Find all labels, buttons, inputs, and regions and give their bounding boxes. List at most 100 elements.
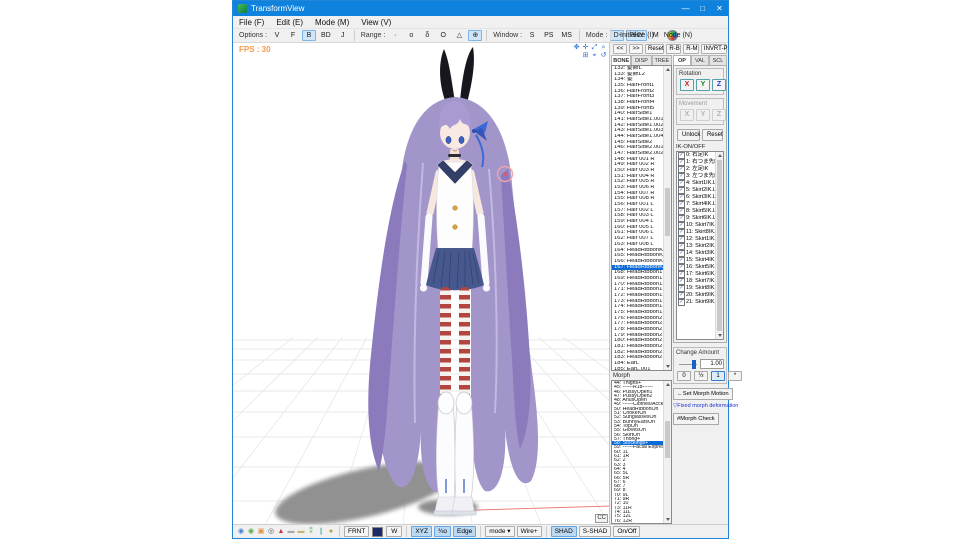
green-dots-icon[interactable]: ⁑ (306, 527, 316, 537)
scroll-down-icon[interactable] (717, 334, 722, 337)
scroll-up-icon[interactable] (665, 383, 670, 386)
checkbox-checked-icon[interactable]: ✓ (678, 208, 685, 215)
wire-button[interactable]: Wire+ (516, 526, 542, 537)
checkbox-checked-icon[interactable]: ✓ (678, 166, 685, 173)
rotation-axis-button[interactable]: Y (696, 79, 710, 91)
bone-panel-tab[interactable]: TREE (651, 55, 672, 65)
amount-preset-button[interactable]: * (728, 371, 742, 381)
zoom-view-icon[interactable]: ⤢ (590, 44, 599, 52)
window-toggle[interactable]: S (525, 30, 539, 41)
reset-toolbar-button[interactable]: Reset (645, 44, 665, 54)
ik-list-item[interactable]: ✓ 19: Skirt8IK.R (677, 285, 720, 292)
options-toggle[interactable]: F (286, 30, 300, 41)
menu-item[interactable]: File (F) (233, 18, 270, 27)
morph-list[interactable]: 44: Thighs+ 45: ------R18------ 46: PussyO… (611, 380, 672, 524)
ik-list-item[interactable]: ✓ 12: Skirt1IK.R (677, 236, 720, 243)
checkbox-checked-icon[interactable]: ✓ (678, 243, 685, 250)
scroll-down-icon[interactable] (665, 518, 670, 521)
shading-toggle-button[interactable]: On/Off (613, 526, 641, 537)
checkbox-checked-icon[interactable]: ✓ (678, 152, 685, 159)
title-bar[interactable]: TransformView — □ ✕ (233, 1, 728, 16)
mode-dropdown[interactable]: mode ▾ (485, 526, 515, 537)
range-toggle[interactable]: · (388, 30, 402, 41)
magnifier-icon[interactable]: ⌕ (599, 44, 608, 52)
blue-ring-icon[interactable]: ◉ (236, 527, 246, 537)
checkbox-checked-icon[interactable]: ✓ (678, 180, 685, 187)
change-amount-slider[interactable] (679, 359, 697, 369)
ik-list-item[interactable]: ✓ 18: Skirt7IK.R (677, 278, 720, 285)
options-toggle[interactable]: J (336, 30, 350, 41)
reset-button[interactable]: Reset (701, 129, 723, 141)
control-panel-tab[interactable]: SCL (709, 55, 727, 65)
control-panel-tab[interactable]: OP (673, 55, 691, 65)
bone-panel-tab[interactable]: BONE (611, 55, 632, 65)
checkbox-checked-icon[interactable]: ✓ (678, 187, 685, 194)
frnt-button[interactable]: FRNT (344, 526, 370, 537)
ik-list-scrollbar[interactable] (715, 152, 723, 339)
options-toggle[interactable]: B (302, 30, 317, 41)
checkbox-checked-icon[interactable]: ✓ (678, 299, 685, 306)
ik-list-item[interactable]: ✓ 21: Skirt9IK.R (677, 299, 720, 306)
orange-square-icon[interactable]: ▣ (256, 527, 266, 537)
ik-list-item[interactable]: ✓ 13: Skirt2IK.R (677, 243, 720, 250)
range-toggle[interactable]: △ (452, 30, 466, 41)
checkbox-checked-icon[interactable]: ✓ (678, 278, 685, 285)
ik-list-item[interactable]: ✓ 10: Skirt7IK.L (677, 222, 719, 229)
ik-list-item[interactable]: ✓ 0: 右足IK (677, 152, 716, 159)
w-button[interactable]: W (386, 526, 403, 537)
window-toggle[interactable]: PS (541, 30, 556, 41)
checkbox-checked-icon[interactable]: ✓ (678, 173, 685, 180)
khaki-bar-icon[interactable]: ▬ (296, 527, 306, 537)
red-triangle-icon[interactable]: ▲ (276, 527, 286, 537)
reset-toolbar-button[interactable]: R-B (666, 44, 682, 54)
checkbox-checked-icon[interactable]: ✓ (678, 229, 685, 236)
checkbox-checked-icon[interactable]: ✓ (678, 201, 685, 208)
green-ring-icon[interactable]: ◉ (246, 527, 256, 537)
amount-preset-button[interactable]: 1 (711, 371, 725, 381)
set-morph-motion-button[interactable]: ←Set Morph Motion (673, 388, 733, 400)
bone-list-item[interactable]: 185: EarL.001 (612, 367, 664, 370)
options-toggle[interactable]: V (270, 30, 284, 41)
ik-list-item[interactable]: ✓ 3: 左つま先IK (677, 173, 719, 180)
character-model[interactable] (368, 47, 538, 516)
menu-item[interactable]: Mode (M) (309, 18, 355, 27)
shading-toggle-button[interactable]: SHAD (550, 526, 577, 537)
checkbox-checked-icon[interactable]: ✓ (678, 236, 685, 243)
scroll-thumb[interactable] (665, 187, 670, 237)
ik-list-item[interactable]: ✓ 8: Skirt5IK.L (677, 208, 716, 215)
scroll-thumb[interactable] (665, 420, 670, 458)
orbit-view-icon[interactable]: ✥ (572, 44, 581, 52)
range-toggle[interactable]: ⊕ (468, 30, 483, 41)
ik-list-item[interactable]: ✓ 2: 左足IK (677, 166, 716, 173)
view-toggle-button[interactable]: ¾o (434, 526, 452, 537)
ik-list-item[interactable]: ✓ 16: Skirt5IK.R (677, 264, 720, 271)
ik-list-item[interactable]: ✓ 9: Skirt6IK.L (677, 215, 716, 222)
checkbox-checked-icon[interactable]: ✓ (678, 285, 685, 292)
ik-list-item[interactable]: ✓ 6: Skirt3IK.L (677, 194, 716, 201)
dark-ring-icon[interactable]: ◎ (266, 527, 276, 537)
checkbox-checked-icon[interactable]: ✓ (678, 159, 685, 166)
minimize-button[interactable]: — (677, 1, 694, 16)
ik-list-item[interactable]: ✓ 4: Skirt1IK.L (677, 180, 716, 187)
ik-list-item[interactable]: ✓ 1: 右つま先IK (677, 159, 719, 166)
ik-list-item[interactable]: ✓ 14: Skirt3IK.R (677, 250, 720, 257)
range-toggle[interactable]: O (436, 30, 450, 41)
reset-toolbar-button[interactable]: << (613, 44, 627, 54)
ik-list-item[interactable]: ✓ 5: Skirt2IK.L (677, 187, 716, 194)
amount-preset-button[interactable]: ½ (694, 371, 708, 381)
checkbox-checked-icon[interactable]: ✓ (678, 257, 685, 264)
checkbox-checked-icon[interactable]: ✓ (678, 292, 685, 299)
shading-toggle-button[interactable]: S-SHAD (578, 526, 612, 537)
maximize-button[interactable]: □ (694, 1, 711, 16)
scroll-up-icon[interactable] (665, 68, 670, 71)
reset-toolbar-button[interactable]: R-M (683, 44, 699, 54)
gray-bar-icon[interactable]: ▬ (286, 527, 296, 537)
menu-item[interactable]: Edit (E) (270, 18, 309, 27)
morph-check-button[interactable]: #Morph Check (673, 413, 719, 425)
menu-item[interactable]: View (V) (355, 18, 397, 27)
scroll-thumb[interactable] (717, 160, 722, 331)
ik-list-item[interactable]: ✓ 11: Skirt8IK.L (677, 229, 719, 236)
model-render[interactable] (233, 43, 610, 524)
ik-list-item[interactable]: ✓ 20: Skirt9IK.L (677, 292, 719, 299)
checkbox-checked-icon[interactable]: ✓ (678, 222, 685, 229)
